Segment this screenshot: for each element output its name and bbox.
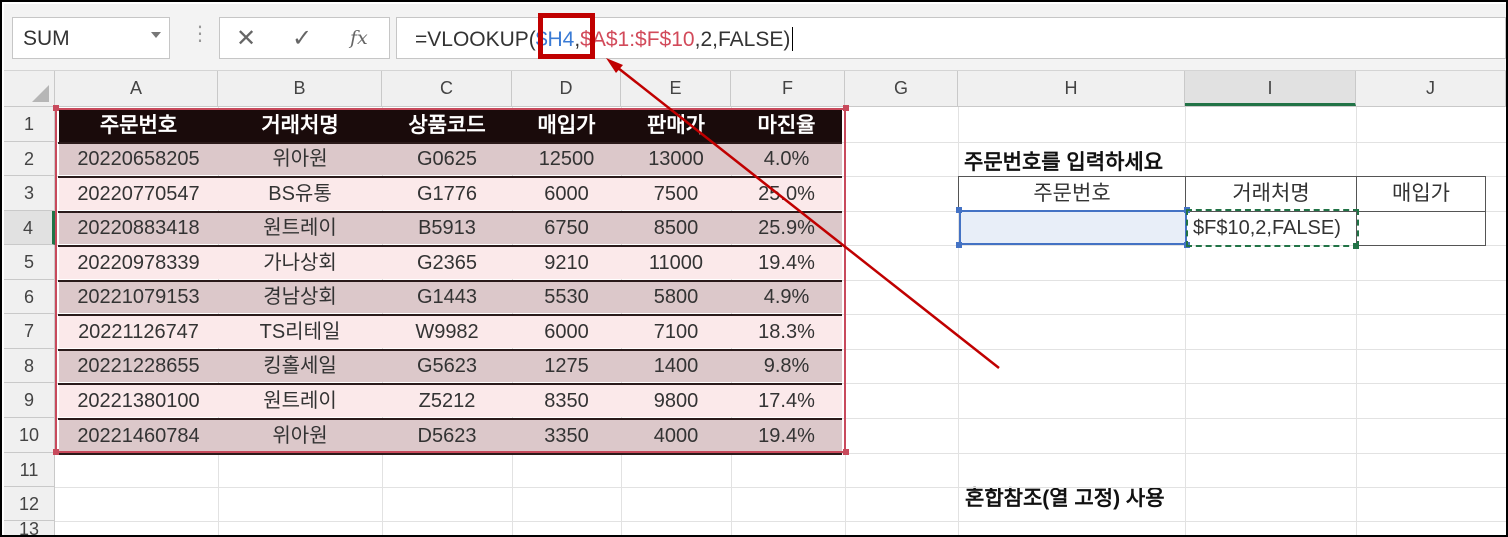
column-header-f[interactable]: F — [731, 71, 845, 106]
column-header-j[interactable]: J — [1356, 71, 1506, 106]
row-header-1[interactable]: 1 — [4, 107, 54, 142]
more-options-icon[interactable]: ⋮ — [190, 24, 210, 44]
column-header-h[interactable]: H — [958, 71, 1185, 106]
row-header-10[interactable]: 10 — [4, 418, 54, 453]
column-header-e[interactable]: E — [621, 71, 731, 106]
row-header-4[interactable]: 4 — [4, 211, 55, 245]
column-header-b[interactable]: B — [218, 71, 382, 106]
gridline-vertical — [1356, 107, 1357, 535]
gridline-vertical — [958, 107, 959, 535]
cancel-icon[interactable]: ✕ — [236, 24, 256, 53]
table-row-separator — [58, 453, 842, 455]
formula-part-func: =VLOOKUP( — [415, 28, 536, 51]
row-header-5[interactable]: 5 — [4, 245, 54, 280]
cell-grid[interactable]: 주문번호를 입력하세요 혼합참조(열 고정) 사용 주문번호 거래처명 상품코드 매입… — [53, 105, 1506, 535]
select-all-button[interactable] — [4, 71, 55, 106]
name-box[interactable]: SUM — [12, 17, 170, 59]
check-icon[interactable]: ✓ — [292, 24, 312, 53]
row-header-11[interactable]: 11 — [4, 453, 54, 487]
lookup-order-input-cell[interactable] — [959, 210, 1187, 245]
range-reference-border — [55, 108, 846, 453]
row-header-12[interactable]: 12 — [4, 487, 54, 521]
row-header-6[interactable]: 6 — [4, 280, 54, 314]
gridline-horizontal — [55, 487, 1506, 488]
column-header-c[interactable]: C — [382, 71, 512, 106]
row-header-2[interactable]: 2 — [4, 142, 54, 176]
range-resize-handle[interactable] — [53, 105, 59, 111]
column-header-g[interactable]: G — [845, 71, 958, 106]
column-headers: ABCDEFGHIJ — [4, 71, 1506, 107]
formula-part-args: ,2,FALSE) — [694, 28, 791, 51]
lookup-purchase-price-cell[interactable] — [1356, 211, 1486, 246]
range-resize-handle[interactable] — [53, 449, 59, 455]
fill-handle[interactable] — [1353, 243, 1359, 249]
row-header-13[interactable]: 13 — [4, 520, 54, 535]
row-header-3[interactable]: 3 — [4, 176, 54, 211]
formula-tools: ✕ ✓ fx — [219, 17, 390, 59]
row-header-9[interactable]: 9 — [4, 383, 54, 418]
lookup-vendor-cell-editing[interactable]: $F$10,2,FALSE) — [1186, 209, 1359, 247]
spreadsheet-window: SUM ⋮ ✕ ✓ fx =VLOOKUP($H4,$A$1:$F$10,2,F… — [0, 0, 1508, 537]
formula-bar: SUM ⋮ ✕ ✓ fx =VLOOKUP($H4,$A$1:$F$10,2,F… — [4, 4, 1506, 71]
highlight-box — [538, 13, 595, 59]
column-header-i[interactable]: I — [1185, 71, 1356, 106]
reference-handle[interactable] — [956, 242, 962, 248]
gridline-horizontal — [55, 521, 1506, 522]
formula-text: =VLOOKUP($H4,$A$1:$F$10,2,FALSE) — [415, 27, 794, 52]
lookup-header-cell[interactable]: 주문번호 — [958, 176, 1186, 212]
lookup-prompt: 주문번호를 입력하세요 — [964, 151, 1164, 174]
name-box-value: SUM — [23, 27, 70, 50]
formula-part-range-ref: $A$1:$F$10 — [580, 28, 695, 51]
lookup-header-cell[interactable]: 거래처명 — [1185, 176, 1357, 212]
range-resize-handle[interactable] — [843, 449, 849, 455]
text-caret — [792, 27, 794, 51]
column-header-d[interactable]: D — [512, 71, 621, 106]
range-resize-handle[interactable] — [843, 105, 849, 111]
lookup-header-cell[interactable]: 매입가 — [1356, 176, 1486, 212]
row-header-8[interactable]: 8 — [4, 349, 54, 383]
gridline-vertical — [1185, 107, 1186, 535]
chevron-down-icon[interactable] — [151, 32, 161, 38]
row-header-7[interactable]: 7 — [4, 314, 54, 349]
select-all-triangle-icon — [32, 85, 49, 102]
insert-function-icon[interactable]: fx — [350, 27, 368, 49]
row-headers: 1 2 3 4 5 6 7 8 9 10 11 12 13 — [4, 107, 55, 535]
reference-handle[interactable] — [956, 207, 962, 213]
column-header-a[interactable]: A — [55, 71, 218, 106]
